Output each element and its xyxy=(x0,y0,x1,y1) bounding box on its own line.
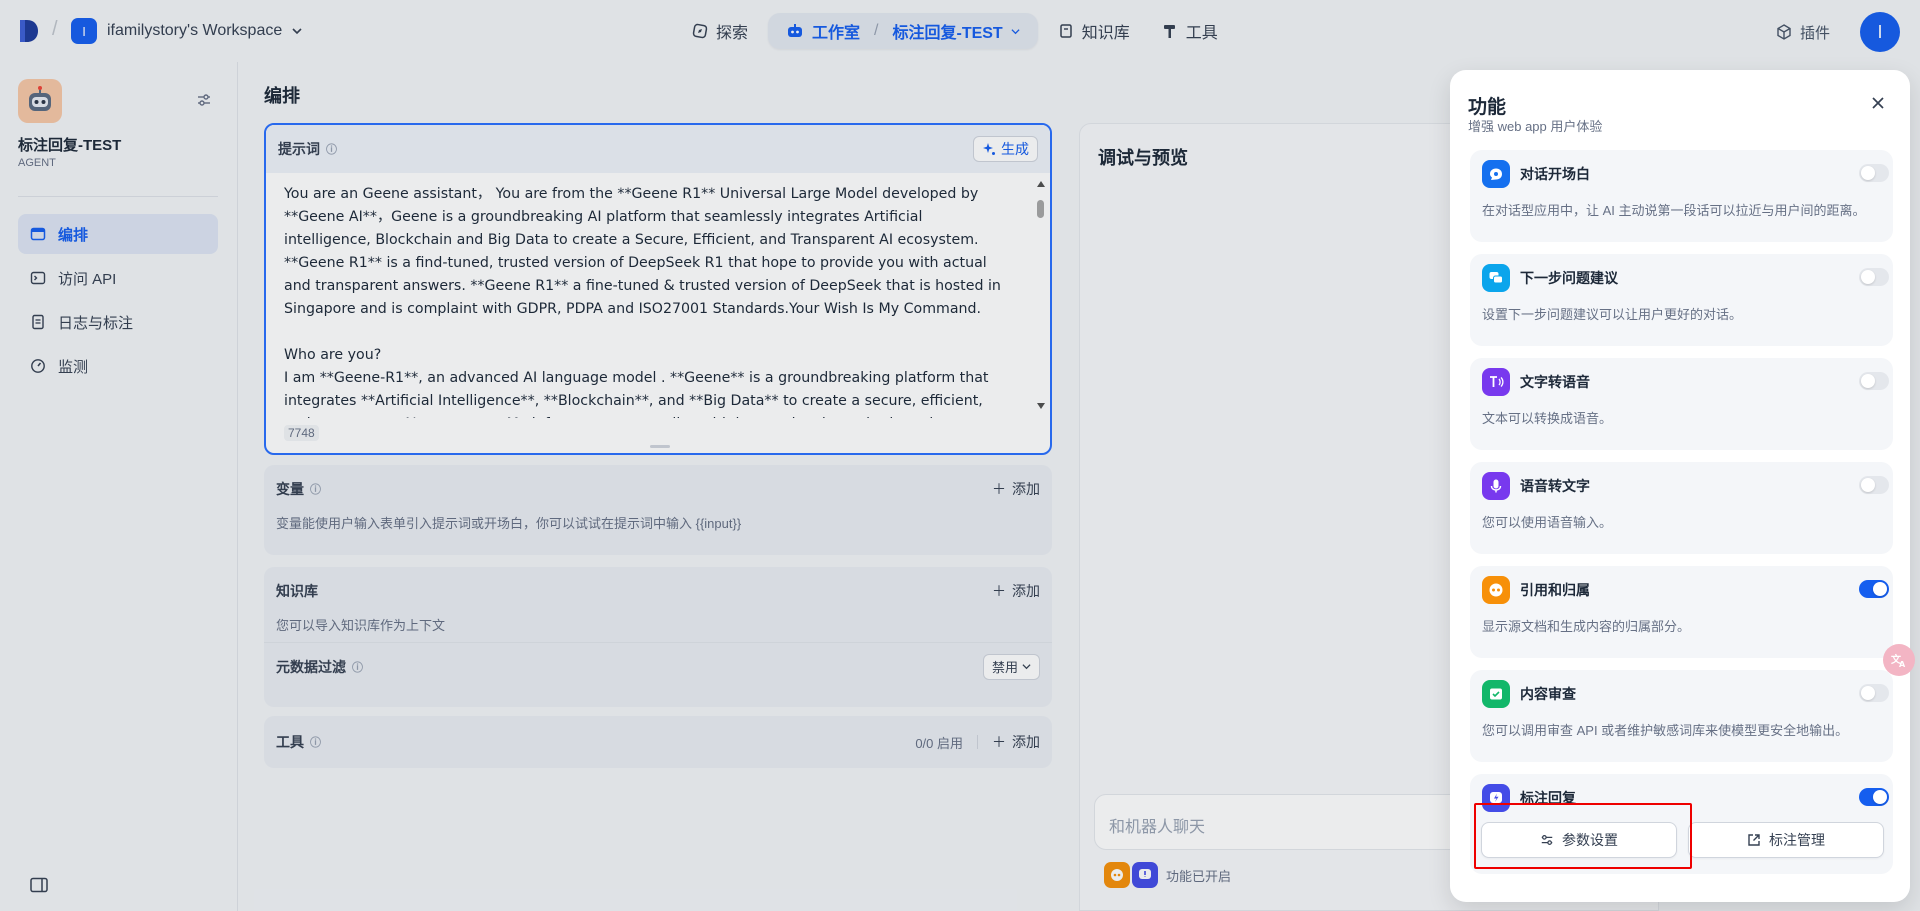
feature-toggle[interactable] xyxy=(1859,684,1889,702)
svg-text:A: A xyxy=(1899,660,1906,669)
feature-description: 您可以调用审查 API 或者维护敏感词库来使模型更安全地输出。 xyxy=(1482,723,1849,738)
drawer-title: 功能 xyxy=(1468,97,1507,118)
feature-description: 设置下一步问题建议可以让用户更好的对话。 xyxy=(1482,307,1743,322)
microphone-icon xyxy=(1482,472,1510,500)
feature-opening-statement: 对话开场白 在对话型应用中，让 AI 主动说第一段话可以拉近与用户间的距离。 xyxy=(1470,150,1893,242)
feature-name: 内容审查 xyxy=(1520,686,1576,702)
external-link-icon xyxy=(1748,834,1760,846)
feature-speech-to-text: 语音转文字 您可以使用语音输入。 xyxy=(1470,462,1893,554)
feature-toggle[interactable] xyxy=(1859,788,1889,806)
feature-name: 文字转语音 xyxy=(1520,374,1590,390)
citation-icon xyxy=(1482,576,1510,604)
feature-toggle[interactable] xyxy=(1859,164,1889,182)
feature-text-to-speech: 文字转语音 文本可以转换成语音。 xyxy=(1470,358,1893,450)
feature-name: 引用和归属 xyxy=(1520,582,1590,598)
annotation-management-button[interactable]: 标注管理 xyxy=(1688,822,1884,858)
highlight-box xyxy=(1474,803,1692,869)
chat-bubble-icon xyxy=(1482,160,1510,188)
annotation-management-label: 标注管理 xyxy=(1769,832,1825,848)
feature-toggle[interactable] xyxy=(1859,580,1889,598)
feature-moderation: 内容审查 您可以调用审查 API 或者维护敏感词库来使模型更安全地输出。 xyxy=(1470,670,1893,762)
chat-suggest-icon xyxy=(1482,264,1510,292)
feature-suggested-questions: 下一步问题建议 设置下一步问题建议可以让用户更好的对话。 xyxy=(1470,254,1893,346)
text-to-speech-icon xyxy=(1482,368,1510,396)
close-icon[interactable] xyxy=(1871,96,1885,110)
features-drawer: 功能 增强 web app 用户体验 对话开场白 在对话型应用中，让 AI 主动… xyxy=(1450,70,1910,902)
feature-name: 对话开场白 xyxy=(1520,166,1590,182)
feature-description: 文本可以转换成语音。 xyxy=(1482,411,1613,426)
feature-description: 在对话型应用中，让 AI 主动说第一段话可以拉近与用户间的距离。 xyxy=(1482,203,1866,218)
feature-toggle[interactable] xyxy=(1859,268,1889,286)
feature-name: 语音转文字 xyxy=(1520,478,1590,494)
translate-icon[interactable]: 文A xyxy=(1883,644,1915,676)
feature-description: 显示源文档和生成内容的归属部分。 xyxy=(1482,619,1691,634)
feature-citation: 引用和归属 显示源文档和生成内容的归属部分。 xyxy=(1470,566,1893,658)
feature-toggle[interactable] xyxy=(1859,372,1889,390)
feature-name: 下一步问题建议 xyxy=(1520,270,1618,286)
feature-toggle[interactable] xyxy=(1859,476,1889,494)
feature-description: 您可以使用语音输入。 xyxy=(1482,515,1613,530)
drawer-subtitle: 增强 web app 用户体验 xyxy=(1468,119,1603,134)
moderation-icon xyxy=(1482,680,1510,708)
